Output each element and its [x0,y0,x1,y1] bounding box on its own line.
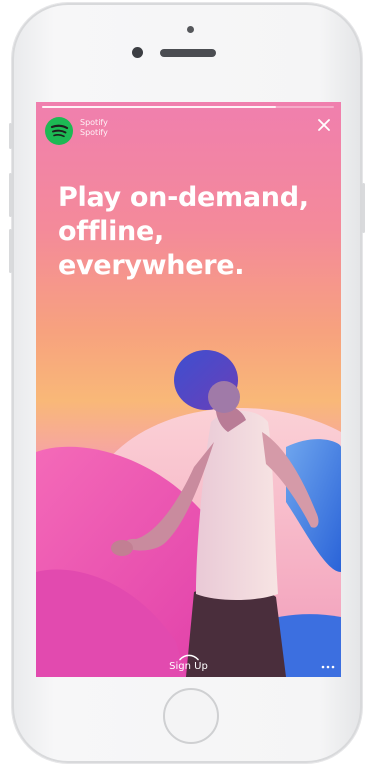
headline-line: offline, [58,216,164,247]
volume-up-button [9,173,12,217]
chevron-up-icon [178,654,199,661]
front-camera [132,47,143,58]
volume-down-button [9,229,12,273]
account-name-line: Spotify [80,128,108,137]
mute-switch [9,123,12,149]
account-name[interactable]: Spotify Spotify [80,118,108,138]
headline-line: Play on-demand, [58,182,309,213]
proximity-sensor [187,26,194,33]
headline-line: everywhere. [58,250,245,281]
sign-up-label: Sign Up [169,661,208,672]
story-screen[interactable]: Spotify Spotify Play on-demand, offline,… [36,102,341,677]
story-progress-bar [42,106,334,108]
close-icon[interactable] [315,116,333,134]
account-name-line: Spotify [80,118,108,127]
story-headline: Play on-demand, offline, everywhere. [58,181,338,283]
sign-up-swipe-cta[interactable]: Sign Up [36,652,341,673]
earpiece-speaker [160,49,216,57]
more-icon[interactable] [321,665,335,669]
power-button [362,183,365,233]
spotify-logo-icon[interactable] [45,117,73,145]
home-button[interactable] [163,688,219,744]
story-progress-fill [42,106,276,108]
